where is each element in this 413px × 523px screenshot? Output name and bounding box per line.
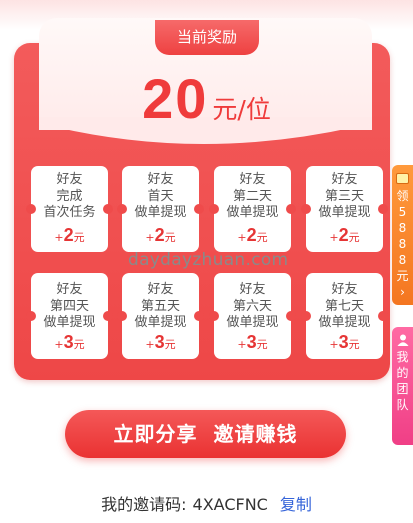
card-line: 做单提现 (43, 315, 96, 330)
card-line: 好友 (239, 282, 266, 297)
card-notch (209, 204, 219, 214)
card-line: 做单提现 (318, 315, 371, 330)
card-line: 第三天 (324, 188, 364, 204)
team-tab-text: 我 的 团 队 (396, 350, 409, 412)
card-line: 做单提现 (226, 315, 279, 330)
card-line: 做单提现 (226, 205, 279, 220)
card-notch (117, 204, 127, 214)
card-line: 首次任务 (43, 205, 96, 220)
share-label: 立即分享 (113, 422, 198, 446)
card-bonus: +2元 (237, 225, 268, 245)
current-reward-tab: 当前奖励 (155, 20, 259, 55)
card-notch (301, 204, 311, 214)
people-icon (397, 334, 408, 346)
card-line: 好友 (147, 282, 174, 297)
card-notch (286, 311, 296, 321)
claim-reward-side-tab[interactable]: 领 5 8 8 8 元 › (392, 165, 413, 305)
watermark-text: daydayzhuan.com (128, 250, 289, 270)
invite-label: 邀请赚钱 (213, 422, 298, 446)
card-notch (103, 311, 113, 321)
reward-amount-unit: 元/位 (212, 95, 271, 124)
invite-code-value: 4XACFNC (192, 495, 268, 514)
card-bonus: +2元 (329, 225, 360, 245)
card-line: 做单提现 (134, 205, 187, 220)
card-line: 好友 (56, 282, 83, 297)
card-line: 首天 (147, 188, 174, 204)
task-card-day-5: 好友 第五天 做单提现 +3元 (117, 273, 204, 359)
card-notch (194, 204, 204, 214)
card-line: 好友 (56, 172, 83, 187)
task-card-day-2: 好友 第二天 做单提现 +2元 (209, 166, 296, 252)
card-bonus: +2元 (54, 225, 85, 245)
card-line: 做单提现 (134, 315, 187, 330)
task-card-day-3: 好友 第三天 做单提现 +2元 (301, 166, 388, 252)
card-bonus: +2元 (145, 225, 176, 245)
card-line: 第六天 (232, 298, 272, 314)
card-line: 好友 (147, 172, 174, 187)
gift-icon (396, 173, 409, 184)
card-notch (378, 311, 388, 321)
card-notch (26, 311, 36, 321)
task-card-day-4: 好友 第四天 做单提现 +3元 (26, 273, 113, 359)
card-line: 第五天 (140, 298, 180, 314)
share-invite-button[interactable]: 立即分享 邀请赚钱 (65, 410, 346, 458)
claim-tab-text: 领 5 8 8 8 元 › (392, 188, 413, 300)
chevron-right-icon: › (400, 285, 405, 299)
card-bonus: +3元 (145, 332, 176, 352)
invite-code-row: 我的邀请码: 4XACFNC 复制 (0, 491, 413, 515)
card-notch (209, 311, 219, 321)
invite-code-label: 我的邀请码: (101, 495, 187, 514)
card-notch (194, 311, 204, 321)
copy-link[interactable]: 复制 (280, 495, 312, 514)
card-line: 完成 (56, 188, 83, 204)
card-notch (286, 204, 296, 214)
task-card-day-7: 好友 第七天 做单提现 +3元 (301, 273, 388, 359)
task-card-first-task: 好友 完成 首次任务 +2元 (26, 166, 113, 252)
card-bonus: +3元 (237, 332, 268, 352)
my-team-side-tab[interactable]: 我 的 团 队 (392, 327, 413, 445)
card-notch (378, 204, 388, 214)
card-notch (26, 204, 36, 214)
task-card-day-6: 好友 第六天 做单提现 +3元 (209, 273, 296, 359)
card-line: 第七天 (324, 298, 364, 314)
task-card-day-1: 好友 首天 做单提现 +2元 (117, 166, 204, 252)
card-notch (103, 204, 113, 214)
card-notch (301, 311, 311, 321)
card-line: 做单提现 (318, 205, 371, 220)
card-notch (117, 311, 127, 321)
card-bonus: +3元 (329, 332, 360, 352)
card-bonus: +3元 (54, 332, 85, 352)
card-line: 第二天 (232, 188, 272, 204)
card-line: 第四天 (49, 298, 89, 314)
card-line: 好友 (331, 172, 358, 187)
card-line: 好友 (331, 282, 358, 297)
reward-amount: 20 元/位 (0, 66, 413, 131)
reward-amount-value: 20 (142, 67, 209, 130)
card-line: 好友 (239, 172, 266, 187)
